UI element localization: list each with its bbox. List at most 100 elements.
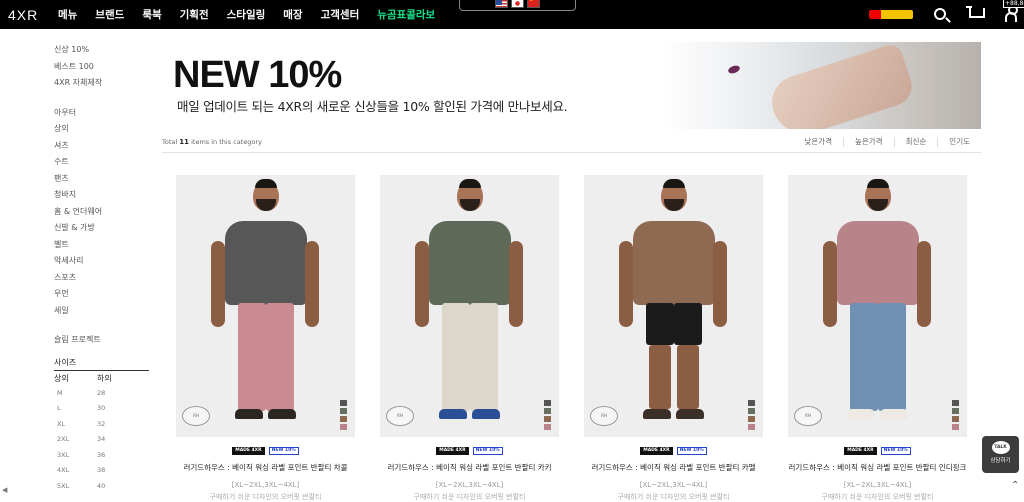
color-swatch[interactable]: [340, 416, 347, 422]
sidebar-item-home-underwear[interactable]: 홈 & 언더웨어: [54, 204, 149, 221]
product-image[interactable]: RH: [380, 175, 559, 437]
sidebar-item-shoes-bags[interactable]: 신발 & 가방: [54, 220, 149, 237]
brand-stamp-icon: RH: [794, 406, 822, 426]
size-row: M 28: [57, 388, 106, 397]
banner-photo: [661, 42, 981, 129]
main-nav: 메뉴 브랜드 룩북 기획전 스타일링 매장 고객센터 뉴곰표콜라보: [58, 7, 453, 22]
sidebar-item-sale[interactable]: 세일: [54, 303, 149, 320]
sidebar-item-pants[interactable]: 팬츠: [54, 171, 149, 188]
product-image[interactable]: RH: [176, 175, 355, 437]
new-badge: NEW 10%: [268, 447, 299, 455]
color-swatch[interactable]: [340, 408, 347, 414]
product-card[interactable]: RH MADE 4XR NEW 10% 러기드하우스 : 베이직 워싱 라벨 포…: [584, 175, 763, 502]
product-card[interactable]: RH MADE 4XR NEW 10% 러기드하우스 : 베이직 워싱 라벨 포…: [380, 175, 559, 502]
sidebar-item-accessories[interactable]: 악세사리: [54, 253, 149, 270]
product-name[interactable]: 러기드하우스 : 베이직 워싱 라벨 포인트 반팔티 카키: [380, 462, 559, 473]
product-card[interactable]: RH MADE 4XR NEW 10% 러기드하우스 : 베이직 워싱 라벨 포…: [788, 175, 967, 502]
search-icon[interactable]: [934, 8, 946, 20]
color-swatches: [748, 400, 755, 430]
nav-item-customer-center[interactable]: 고객센터: [321, 7, 360, 22]
size-row: L 30: [57, 404, 106, 412]
product-name[interactable]: 러기드하우스 : 베이직 워싱 라벨 포인트 반팔티 카멜: [584, 462, 763, 473]
sidebar-item-suit[interactable]: 수트: [54, 154, 149, 171]
product-size-range: [XL~2XL,3XL~4XL]: [639, 481, 708, 489]
arrow-up-icon[interactable]: ⌃: [1011, 481, 1021, 491]
top-navigation-bar: 4XR 메뉴 브랜드 룩북 기획전 스타일링 매장 고객센터 뉴곰표콜라보 +8…: [0, 0, 1024, 29]
size-filter-header: 상의 하의: [54, 373, 112, 383]
sidebar-item-outer[interactable]: 아우터: [54, 105, 149, 122]
nav-item-menu[interactable]: 메뉴: [58, 7, 77, 22]
color-swatch[interactable]: [340, 424, 347, 430]
color-swatch[interactable]: [952, 416, 959, 422]
product-image[interactable]: RH: [584, 175, 763, 437]
color-swatch[interactable]: [544, 400, 551, 406]
product-description: 구매하기 쉬운 디자인의 오버핏 반팔티: [209, 493, 322, 501]
nav-item-lookbook[interactable]: 룩북: [142, 7, 161, 22]
sidebar-item-sports[interactable]: 스포츠: [54, 270, 149, 287]
user-icon[interactable]: [1005, 5, 1018, 22]
sort-newest[interactable]: 최신순: [893, 137, 938, 147]
category-sidebar: 신상 10% 베스트 100 4XR 자체제작 아우터 상의 셔츠 수트 팬츠 …: [54, 42, 149, 494]
color-swatch[interactable]: [544, 424, 551, 430]
color-swatch[interactable]: [544, 408, 551, 414]
sidebar-item-slim-project[interactable]: 슬림 프로젝트: [54, 332, 149, 349]
user-badge: +88,88: [1003, 0, 1024, 8]
color-swatch[interactable]: [748, 416, 755, 422]
chat-consult-button[interactable]: TALK 상담하기: [982, 436, 1019, 473]
brand-stamp-icon: RH: [590, 406, 618, 426]
cart-icon[interactable]: [966, 6, 985, 18]
chat-consult-label: 상담하기: [990, 458, 1011, 464]
sidebar-item-shirt[interactable]: 셔츠: [54, 138, 149, 155]
made-badge: MADE 4XR: [436, 447, 469, 455]
sort-high-price[interactable]: 높은가격: [842, 137, 894, 147]
product-name[interactable]: 러기드하우스 : 베이직 워싱 라벨 포인트 반팔티 인디핑크: [788, 462, 967, 473]
color-swatch[interactable]: [748, 400, 755, 406]
sidebar-item-top[interactable]: 상의: [54, 121, 149, 138]
nav-item-brand[interactable]: 브랜드: [95, 7, 124, 22]
color-swatch[interactable]: [544, 416, 551, 422]
made-badge: MADE 4XR: [232, 447, 265, 455]
scroll-left-icon[interactable]: ◀: [2, 486, 7, 494]
sidebar-item-belt[interactable]: 벨트: [54, 237, 149, 254]
sidebar-item-own-made[interactable]: 4XR 자체제작: [54, 75, 149, 92]
sort-popular[interactable]: 인기도: [937, 137, 981, 147]
product-tags: MADE 4XR NEW 10%: [176, 447, 355, 455]
sidebar-item-jeans[interactable]: 청바지: [54, 187, 149, 204]
nav-item-collab[interactable]: 뉴곰표콜라보: [377, 7, 435, 22]
model-pants: [438, 303, 501, 423]
product-name[interactable]: 러기드하우스 : 베이직 워싱 라벨 포인트 반팔티 차콜: [176, 462, 355, 473]
sidebar-item-best[interactable]: 베스트 100: [54, 59, 149, 76]
jp-flag-icon[interactable]: [511, 0, 524, 8]
talk-icon: TALK: [991, 441, 1010, 454]
sidebar-item-new[interactable]: 신상 10%: [54, 42, 149, 59]
sort-low-price[interactable]: 낮은가격: [793, 137, 843, 147]
nav-item-promotion[interactable]: 기획전: [180, 7, 209, 22]
sidebar-item-women[interactable]: 우먼: [54, 286, 149, 303]
item-count: Total 11 items in this category: [162, 138, 262, 146]
size-row: 2XL 34: [57, 435, 106, 443]
color-swatch[interactable]: [748, 408, 755, 414]
us-flag-icon[interactable]: [495, 0, 508, 8]
made-badge: MADE 4XR: [640, 447, 673, 455]
product-description: 구매하기 쉬운 디자인의 오버핏 반팔티: [413, 493, 526, 501]
product-image[interactable]: RH: [788, 175, 967, 437]
color-swatches: [952, 400, 959, 430]
new-badge: NEW 10%: [472, 447, 503, 455]
color-swatch[interactable]: [952, 424, 959, 430]
color-swatch[interactable]: [952, 408, 959, 414]
product-tags: MADE 4XR NEW 10%: [380, 447, 559, 455]
size-row: 4XL 38: [57, 466, 106, 474]
model-pants: [642, 303, 705, 423]
color-swatch[interactable]: [952, 400, 959, 406]
youtube-banner-icon[interactable]: [869, 10, 913, 19]
color-swatch[interactable]: [340, 400, 347, 406]
product-card[interactable]: RH MADE 4XR NEW 10% 러기드하우스 : 베이직 워싱 라벨 포…: [176, 175, 355, 502]
nav-item-styling[interactable]: 스타일링: [227, 7, 266, 22]
cn-flag-icon[interactable]: [527, 0, 540, 8]
model-shirt: [428, 221, 511, 305]
color-swatch[interactable]: [748, 424, 755, 430]
product-size-range: [XL~2XL,3XL~4XL]: [231, 481, 300, 489]
site-logo[interactable]: 4XR: [8, 7, 38, 23]
model-shirt: [632, 221, 715, 305]
nav-item-store[interactable]: 매장: [283, 7, 302, 22]
